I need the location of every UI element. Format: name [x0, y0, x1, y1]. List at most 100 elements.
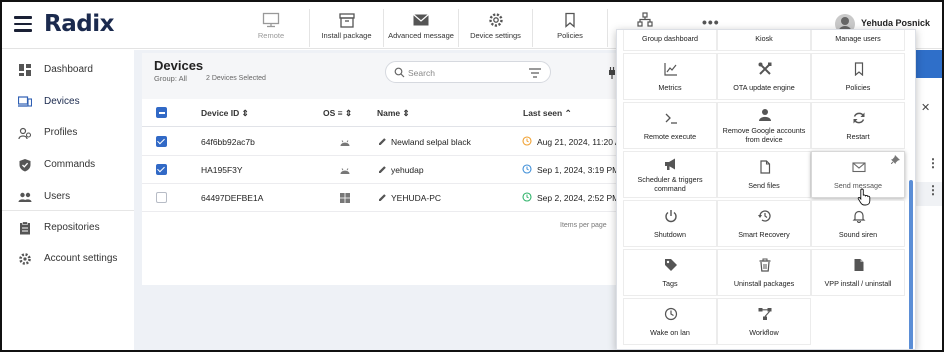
column-header-name[interactable]: Name ⇕ — [377, 108, 410, 119]
sidebar-item-profiles[interactable]: Profiles — [2, 118, 134, 148]
sidebar-item-dashboard[interactable]: Dashboard — [2, 55, 134, 85]
search-input[interactable] — [408, 65, 518, 80]
devices-header: Devices Group: All 2 Devices Selected — [142, 53, 616, 99]
sidebar-item-label: Commands — [44, 159, 96, 170]
toolbar-advanced-message-button[interactable]: Advanced message — [384, 9, 459, 47]
row-actions-icon[interactable]: ⋮ — [927, 156, 939, 170]
menu-item-workflow[interactable]: Workflow — [717, 298, 811, 345]
select-all-checkbox[interactable] — [156, 107, 167, 118]
menu-item-sound-siren[interactable]: Sound siren — [811, 200, 905, 247]
menu-item-tags[interactable]: Tags — [623, 249, 717, 296]
menu-item-label: Workflow — [749, 328, 779, 337]
menu-item-label: Sound siren — [838, 230, 878, 239]
filter-icon: ≡ — [337, 108, 343, 118]
android-icon — [340, 168, 350, 174]
menu-item-ota-update-engine[interactable]: OTA update engine — [717, 53, 811, 100]
workflow-icon — [758, 308, 772, 320]
menu-item-manage-users[interactable]: Manage users — [811, 30, 905, 51]
last-seen-cell: Sep 2, 2024, 2:52 PM — [537, 193, 620, 203]
radix-logo: Radix — [44, 11, 114, 37]
menu-item-label: Shutdown — [654, 230, 686, 239]
sidebar-item-label: Repositories — [44, 222, 100, 233]
group-selector[interactable]: Group: All — [154, 74, 187, 83]
clock-icon — [522, 192, 532, 202]
row-checkbox[interactable] — [156, 192, 167, 203]
menu-item-label: Manage users — [835, 34, 881, 43]
toolbar-install-package-button[interactable]: Install package — [310, 9, 384, 47]
menu-item-restart[interactable]: Restart — [811, 102, 905, 149]
devices-icon — [18, 96, 32, 107]
hamburger-menu-icon[interactable] — [14, 16, 32, 32]
sidebar-item-label: Devices — [44, 96, 80, 107]
toolbar-label: Advanced message — [388, 31, 454, 40]
column-label: OS — [323, 108, 336, 118]
device-id-cell: 64497DEFBE1A — [201, 193, 264, 203]
menu-item-wake-on-lan[interactable]: Wake on lan — [623, 298, 717, 345]
row-checkbox[interactable] — [156, 164, 167, 175]
filter-icon[interactable] — [529, 68, 541, 78]
pin-icon[interactable] — [891, 155, 900, 164]
menu-item-smart-recovery[interactable]: Smart Recovery — [717, 200, 811, 247]
sidebar-item-users[interactable]: Users — [2, 182, 134, 212]
menu-item-scheduler-triggers[interactable]: Scheduler & triggers command — [623, 151, 717, 198]
search-box[interactable] — [385, 61, 551, 83]
menu-item-policies[interactable]: Policies — [811, 53, 905, 100]
table-row[interactable]: 64f6bb92ac7b Newland selpal black Aug 21… — [142, 128, 621, 156]
chart-line-icon — [664, 63, 677, 76]
close-icon[interactable]: ✕ — [921, 101, 930, 114]
shield-icon — [19, 159, 31, 172]
sidebar-item-devices[interactable]: Devices — [2, 87, 134, 117]
column-header-last-seen[interactable]: Last seen ⌃ — [523, 108, 572, 119]
file-icon — [760, 160, 771, 174]
menu-item-remote-execute[interactable]: Remote execute — [623, 102, 717, 149]
menu-item-shutdown[interactable]: Shutdown — [623, 200, 717, 247]
edit-icon[interactable] — [378, 137, 387, 146]
sidebar-item-commands[interactable]: Commands — [2, 150, 134, 180]
row-actions-icon[interactable]: ⋮ — [927, 183, 939, 197]
power-icon — [665, 210, 677, 223]
menu-item-metrics[interactable]: Metrics — [623, 53, 717, 100]
menu-scrollbar[interactable] — [909, 180, 913, 349]
device-name-cell: yehudap — [391, 165, 424, 175]
sidebar-item-account-settings[interactable]: Account settings — [2, 244, 134, 274]
edit-icon[interactable] — [378, 193, 387, 202]
last-seen-cell: Sep 1, 2024, 3:19 PM — [537, 165, 620, 175]
toolbar-policies-button[interactable]: Policies — [533, 9, 608, 47]
toolbar-label: Install package — [321, 31, 372, 40]
bookmark-icon — [565, 12, 575, 28]
user-name: Yehuda Posnick — [861, 18, 931, 28]
menu-item-kiosk[interactable]: Kiosk — [717, 30, 811, 51]
bookmark-icon — [854, 62, 864, 76]
toolbar-remote-button[interactable]: Remote — [233, 9, 310, 47]
more-options-icon[interactable]: ••• — [702, 14, 720, 30]
menu-item-send-files[interactable]: Send files — [717, 151, 811, 198]
sidebar-item-label: Users — [44, 191, 71, 202]
table-row[interactable]: 64497DEFBE1A YEHUDA-PC Sep 2, 2024, 2:52… — [142, 184, 620, 212]
menu-item-uninstall-packages[interactable]: Uninstall packages — [717, 249, 811, 296]
menu-item-group-dashboard[interactable]: Group dashboard — [623, 30, 717, 51]
panel-tab[interactable] — [914, 50, 942, 78]
menu-item-remove-google-accounts[interactable]: Remove Google accounts from device — [717, 102, 811, 149]
column-header-os[interactable]: OS ≡ ⇕ — [323, 108, 352, 119]
person-icon — [759, 109, 771, 121]
devices-card: Devices Group: All 2 Devices Selected De… — [142, 53, 621, 285]
edit-icon[interactable] — [378, 165, 387, 174]
sidebar-item-repositories[interactable]: Repositories — [2, 213, 134, 243]
menu-item-label: Remove Google accounts from device — [722, 126, 806, 144]
document-icon — [854, 259, 864, 271]
column-header-device-id[interactable]: Device ID ⇕ — [201, 108, 249, 119]
menu-item-label: Policies — [845, 83, 871, 92]
page-title: Devices — [154, 58, 204, 73]
menu-item-label: VPP install / uninstall — [824, 279, 892, 288]
toolbar-device-settings-button[interactable]: Device settings — [459, 9, 533, 47]
menu-item-vpp-install[interactable]: VPP install / uninstall — [811, 249, 905, 296]
table-header: Device ID ⇕ OS ≡ ⇕ Name ⇕ Last seen ⌃ — [142, 99, 616, 127]
row-checkbox[interactable] — [156, 136, 167, 147]
menu-item-label: Metrics — [658, 83, 682, 92]
megaphone-icon — [665, 158, 675, 170]
menu-item-label: OTA update engine — [733, 83, 795, 92]
hand-cursor-icon — [857, 188, 871, 206]
app-window: Radix Remote Install package Advanced me… — [0, 0, 944, 352]
device-id-cell: 64f6bb92ac7b — [201, 137, 255, 147]
table-row[interactable]: HA195F3Y yehudap Sep 1, 2024, 3:19 PM — [142, 156, 620, 184]
